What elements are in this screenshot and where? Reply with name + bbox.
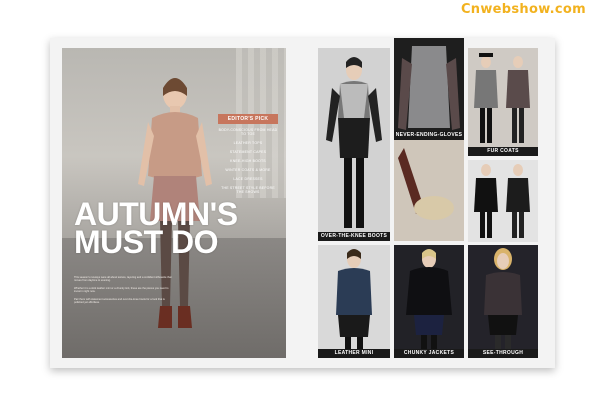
watermark: Cnwebshow.com: [460, 2, 586, 17]
sidebar-title: EDITOR'S PICK: [218, 114, 278, 124]
photo-caption: LEATHER MINI: [318, 349, 390, 358]
photo-caption: CHUNKY JACKETS: [394, 349, 464, 358]
sidebar-item: THE STREET STYLE BEFORE THE SHOWS: [221, 186, 275, 194]
photo-leather-mini: LEATHER MINI: [318, 245, 390, 358]
sidebar-item: BODY-CONSCIOUS FROM HEAD TO TOE: [218, 128, 278, 136]
body-paragraph: Whether it is a slick leather mini or a …: [74, 286, 169, 294]
model-illustration: [318, 245, 390, 358]
article-body: This season's runways were all about tex…: [74, 276, 174, 308]
photo-caption: FUR COATS: [468, 147, 538, 156]
headline-line-2: MUST DO: [74, 224, 219, 260]
model-illustration: [468, 48, 538, 156]
left-page: EDITOR'S PICK BODY-CONSCIOUS FROM HEAD T…: [62, 48, 286, 358]
body-paragraph: Pair them with statement accessories and…: [74, 297, 165, 305]
editors-pick-box: EDITOR'S PICK BODY-CONSCIOUS FROM HEAD T…: [218, 114, 278, 199]
model-illustration: [318, 48, 390, 241]
sidebar-item: STATEMENT CAPES: [229, 150, 267, 154]
body-paragraph: This season's runways were all about tex…: [74, 276, 172, 283]
model-illustration: [468, 160, 538, 242]
photo-never-ending-gloves: NEVER-ENDING-GLOVES: [394, 38, 464, 241]
sidebar-item: LEATHER TOPS: [233, 141, 263, 145]
sidebar-item: LACE DRESSES: [233, 177, 263, 181]
page-headline: AUTUMN'S MUST DO: [74, 198, 238, 260]
sidebar-list: BODY-CONSCIOUS FROM HEAD TO TOE LEATHER …: [218, 128, 278, 194]
magazine-spread: EDITOR'S PICK BODY-CONSCIOUS FROM HEAD T…: [50, 38, 555, 368]
photo-fur-coats: FUR COATS: [468, 48, 538, 156]
sidebar-item: WINTER COATS & MORE: [225, 168, 271, 172]
photo-chunky-jackets: CHUNKY JACKETS: [394, 245, 464, 358]
model-illustration: [394, 245, 464, 358]
model-illustration: [468, 245, 538, 358]
photo-caption: NEVER-ENDING-GLOVES: [394, 131, 464, 140]
photo-see-through: SEE-THROUGH: [468, 245, 538, 358]
right-page: OVER-THE-KNEE BOOTS NEVER-ENDING-GLOVES: [318, 38, 546, 358]
photo-coats-detail: [468, 160, 538, 242]
sidebar-item: KNEE-HIGH BOOTS: [230, 159, 266, 163]
photo-caption: OVER-THE-KNEE BOOTS: [318, 232, 390, 241]
photo-over-the-knee-boots: OVER-THE-KNEE BOOTS: [318, 48, 390, 241]
photo-caption: SEE-THROUGH: [468, 349, 538, 358]
